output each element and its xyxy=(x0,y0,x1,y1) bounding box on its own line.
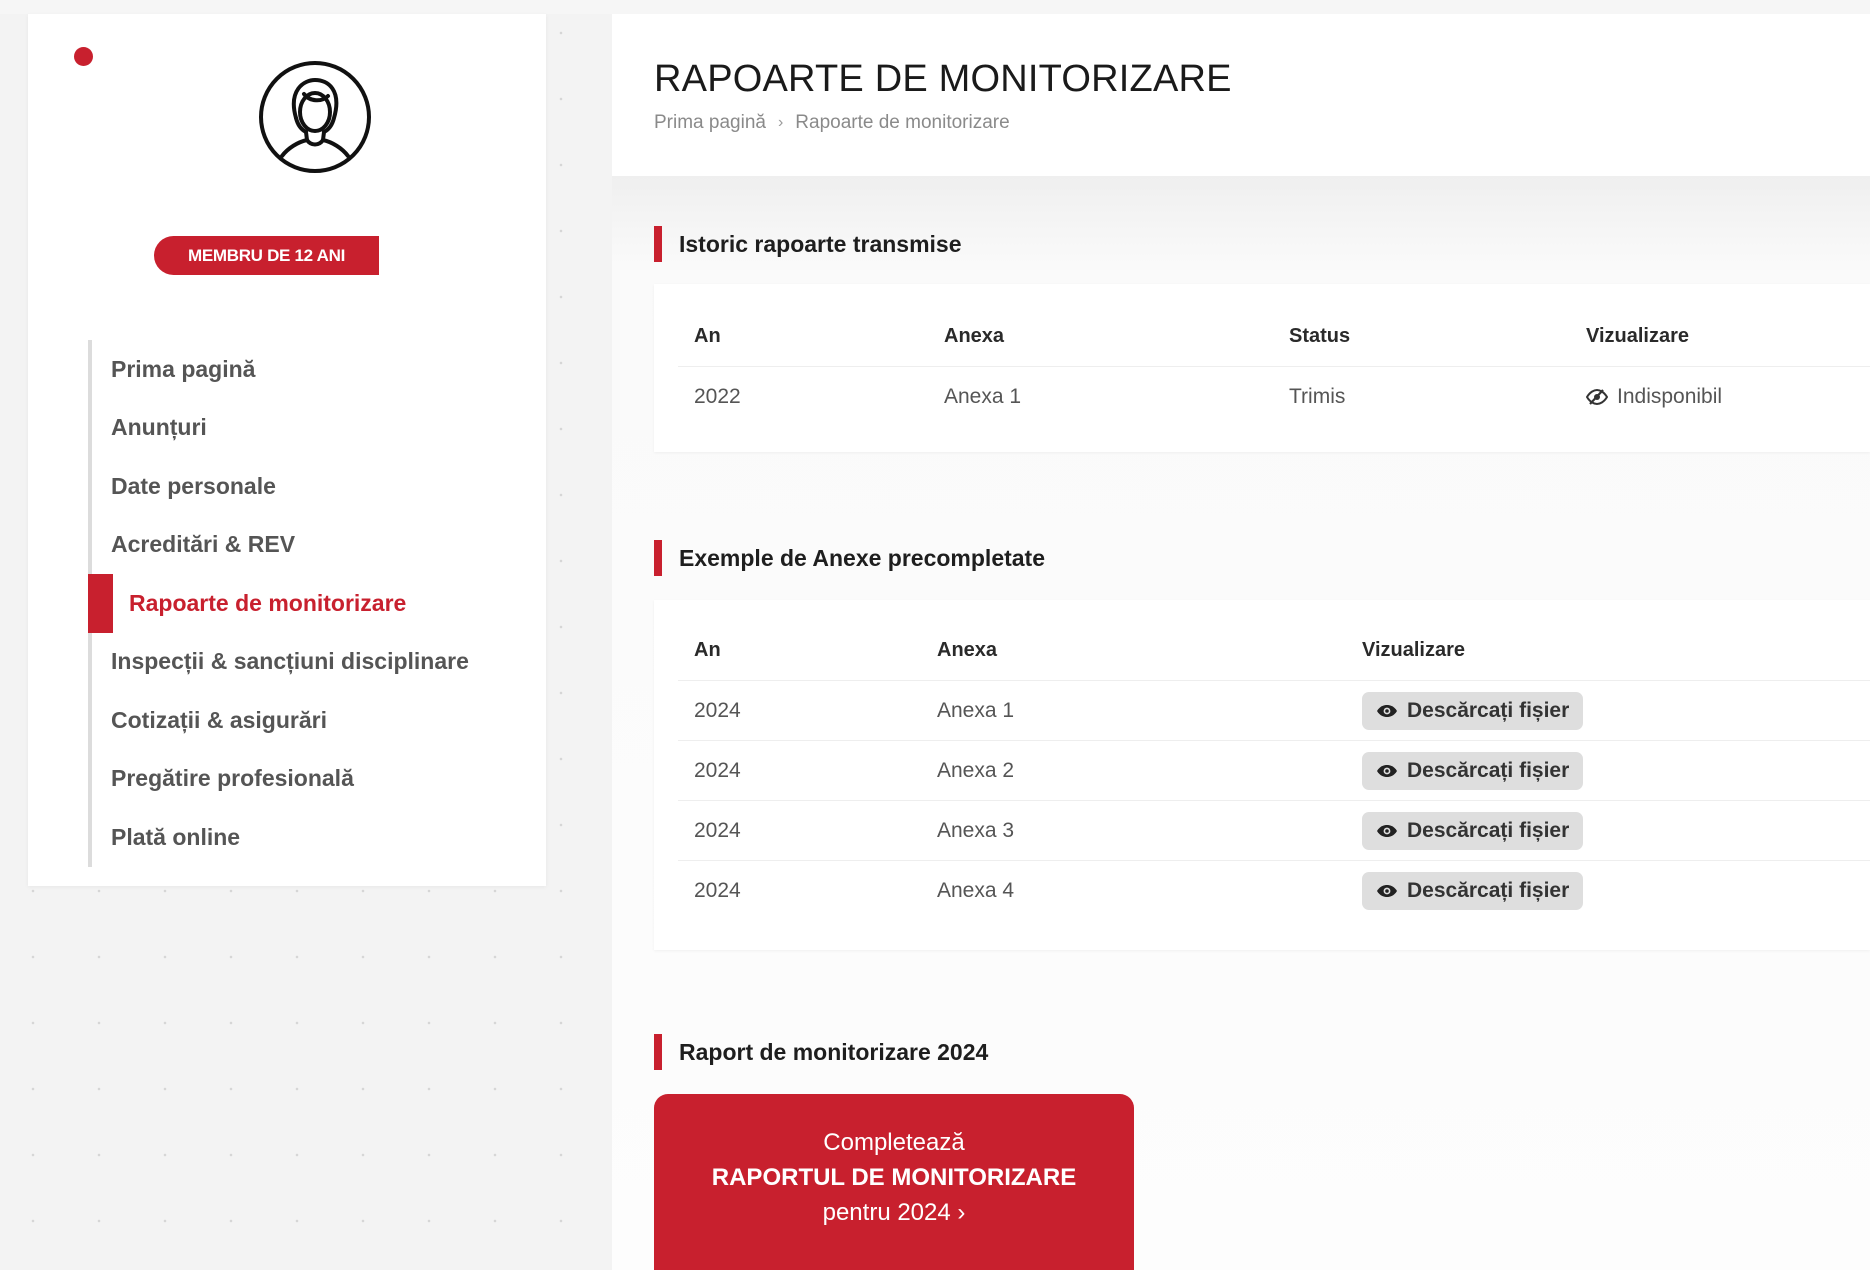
download-file-button[interactable]: Descărcați fișier xyxy=(1362,872,1584,910)
page-header: RAPOARTE DE MONITORIZARE Prima pagină › … xyxy=(612,14,1870,176)
eye-icon xyxy=(1377,825,1397,837)
download-button-label: Descărcați fișier xyxy=(1407,879,1570,902)
cta-line-2: RAPORTUL DE MONITORIZARE xyxy=(711,1164,1077,1191)
col-anexa: Anexa xyxy=(937,638,998,661)
breadcrumb-separator: › xyxy=(777,114,784,131)
cta-line-1: Completează xyxy=(823,1129,965,1156)
sidebar-item-rapoarte[interactable]: Rapoarte de monitorizare xyxy=(88,574,558,633)
sidebar-item-date-personale[interactable]: Date personale xyxy=(88,457,558,516)
download-button-label: Descărcați fișier xyxy=(1407,819,1570,842)
membership-badge: MEMBRU DE 12 ANI xyxy=(154,236,379,275)
top-strip xyxy=(0,0,1870,14)
sidebar-item-prima-pagina[interactable]: Prima pagină xyxy=(88,340,558,399)
sidebar-item-plata-online[interactable]: Plată online xyxy=(88,808,558,867)
section-accent-bar xyxy=(654,1034,662,1070)
examples-table: An Anexa Vizualizare 2024 Anexa 1 Descăr… xyxy=(654,600,1870,950)
main-content: Istoric rapoarte transmise An Anexa Stat… xyxy=(612,176,1870,1270)
sidebar: MEMBRU DE 12 ANI Prima pagină Anunțuri D… xyxy=(28,14,546,886)
download-button-label: Descărcați fișier xyxy=(1407,759,1570,782)
download-file-button[interactable]: Descărcați fișier xyxy=(1362,692,1584,730)
sidebar-item-pregatire[interactable]: Pregătire profesională xyxy=(88,749,558,808)
report-section-title: Raport de monitorizare 2024 xyxy=(654,1034,988,1070)
eye-slash-icon xyxy=(1586,389,1608,405)
cell-year: 2024 xyxy=(694,879,741,902)
eye-icon xyxy=(1377,705,1397,717)
download-button-label: Descărcați fișier xyxy=(1407,699,1570,722)
col-anexa: Anexa xyxy=(944,324,1005,347)
table-row: 2024 Anexa 3 Descărcați fișier xyxy=(678,800,1870,860)
download-file-button[interactable]: Descărcați fișier xyxy=(1362,752,1584,790)
col-an: An xyxy=(694,638,721,661)
cell-annex: Anexa 3 xyxy=(937,819,1015,842)
complete-report-button[interactable]: Completează RAPORTUL DE MONITORIZARE pen… xyxy=(654,1094,1134,1270)
breadcrumb: Prima pagină › Rapoarte de monitorizare xyxy=(654,112,1010,134)
download-file-button[interactable]: Descărcați fișier xyxy=(1362,812,1584,850)
history-title-text: Istoric rapoarte transmise xyxy=(679,230,962,257)
cell-year: 2022 xyxy=(694,385,741,408)
section-accent-bar xyxy=(654,226,662,262)
sidebar-item-acreditari[interactable]: Acreditări & REV xyxy=(88,515,558,574)
view-unavailable-text: Indisponibil xyxy=(1617,385,1723,408)
history-section-title: Istoric rapoarte transmise xyxy=(654,226,962,262)
avatar-icon xyxy=(259,61,371,173)
status-dot xyxy=(74,47,93,66)
cell-annex: Anexa 2 xyxy=(937,759,1015,782)
examples-section-title: Exemple de Anexe precompletate xyxy=(654,540,1045,576)
history-header-row: An Anexa Status Vizualizare xyxy=(678,306,1870,366)
table-row: 2024 Anexa 1 Descărcați fișier xyxy=(678,680,1870,740)
sidebar-item-anunturi[interactable]: Anunțuri xyxy=(88,398,558,457)
cell-status: Trimis xyxy=(1289,385,1346,408)
eye-icon xyxy=(1377,885,1397,897)
breadcrumb-home-link[interactable]: Prima pagină xyxy=(654,112,766,134)
table-row: 2024 Anexa 4 Descărcați fișier xyxy=(678,860,1870,920)
cell-annex: Anexa 4 xyxy=(937,879,1015,902)
cell-view: Indisponibil xyxy=(1586,367,1722,427)
breadcrumb-current: Rapoarte de monitorizare xyxy=(795,112,1010,133)
sidebar-item-inspectii[interactable]: Inspecții & sancțiuni disciplinare xyxy=(88,632,558,691)
cell-year: 2024 xyxy=(694,819,741,842)
cell-year: 2024 xyxy=(694,699,741,722)
table-row: 2022 Anexa 1 Trimis Indisponibil xyxy=(678,366,1870,426)
table-row: 2024 Anexa 2 Descărcați fișier xyxy=(678,740,1870,800)
cta-line-3: pentru 2024 › xyxy=(822,1199,966,1226)
examples-title-text: Exemple de Anexe precompletate xyxy=(679,544,1046,571)
cell-annex: Anexa 1 xyxy=(937,699,1015,722)
examples-header-row: An Anexa Vizualizare xyxy=(678,620,1870,680)
history-table: An Anexa Status Vizualizare 2022 Anexa 1… xyxy=(654,284,1870,452)
col-an: An xyxy=(694,324,721,347)
cell-annex: Anexa 1 xyxy=(944,385,1022,408)
col-vizualizare: Vizualizare xyxy=(1362,638,1466,661)
section-accent-bar xyxy=(654,540,662,576)
cell-year: 2024 xyxy=(694,759,741,782)
col-vizualizare: Vizualizare xyxy=(1586,324,1690,347)
report-title-text: Raport de monitorizare 2024 xyxy=(679,1038,989,1065)
page-title: RAPOARTE DE MONITORIZARE xyxy=(654,58,1232,100)
col-status: Status xyxy=(1289,324,1351,347)
sidebar-nav: Prima pagină Anunțuri Date personale Acr… xyxy=(88,340,558,867)
eye-icon xyxy=(1377,765,1397,777)
sidebar-item-cotizatii[interactable]: Cotizații & asigurări xyxy=(88,691,558,750)
